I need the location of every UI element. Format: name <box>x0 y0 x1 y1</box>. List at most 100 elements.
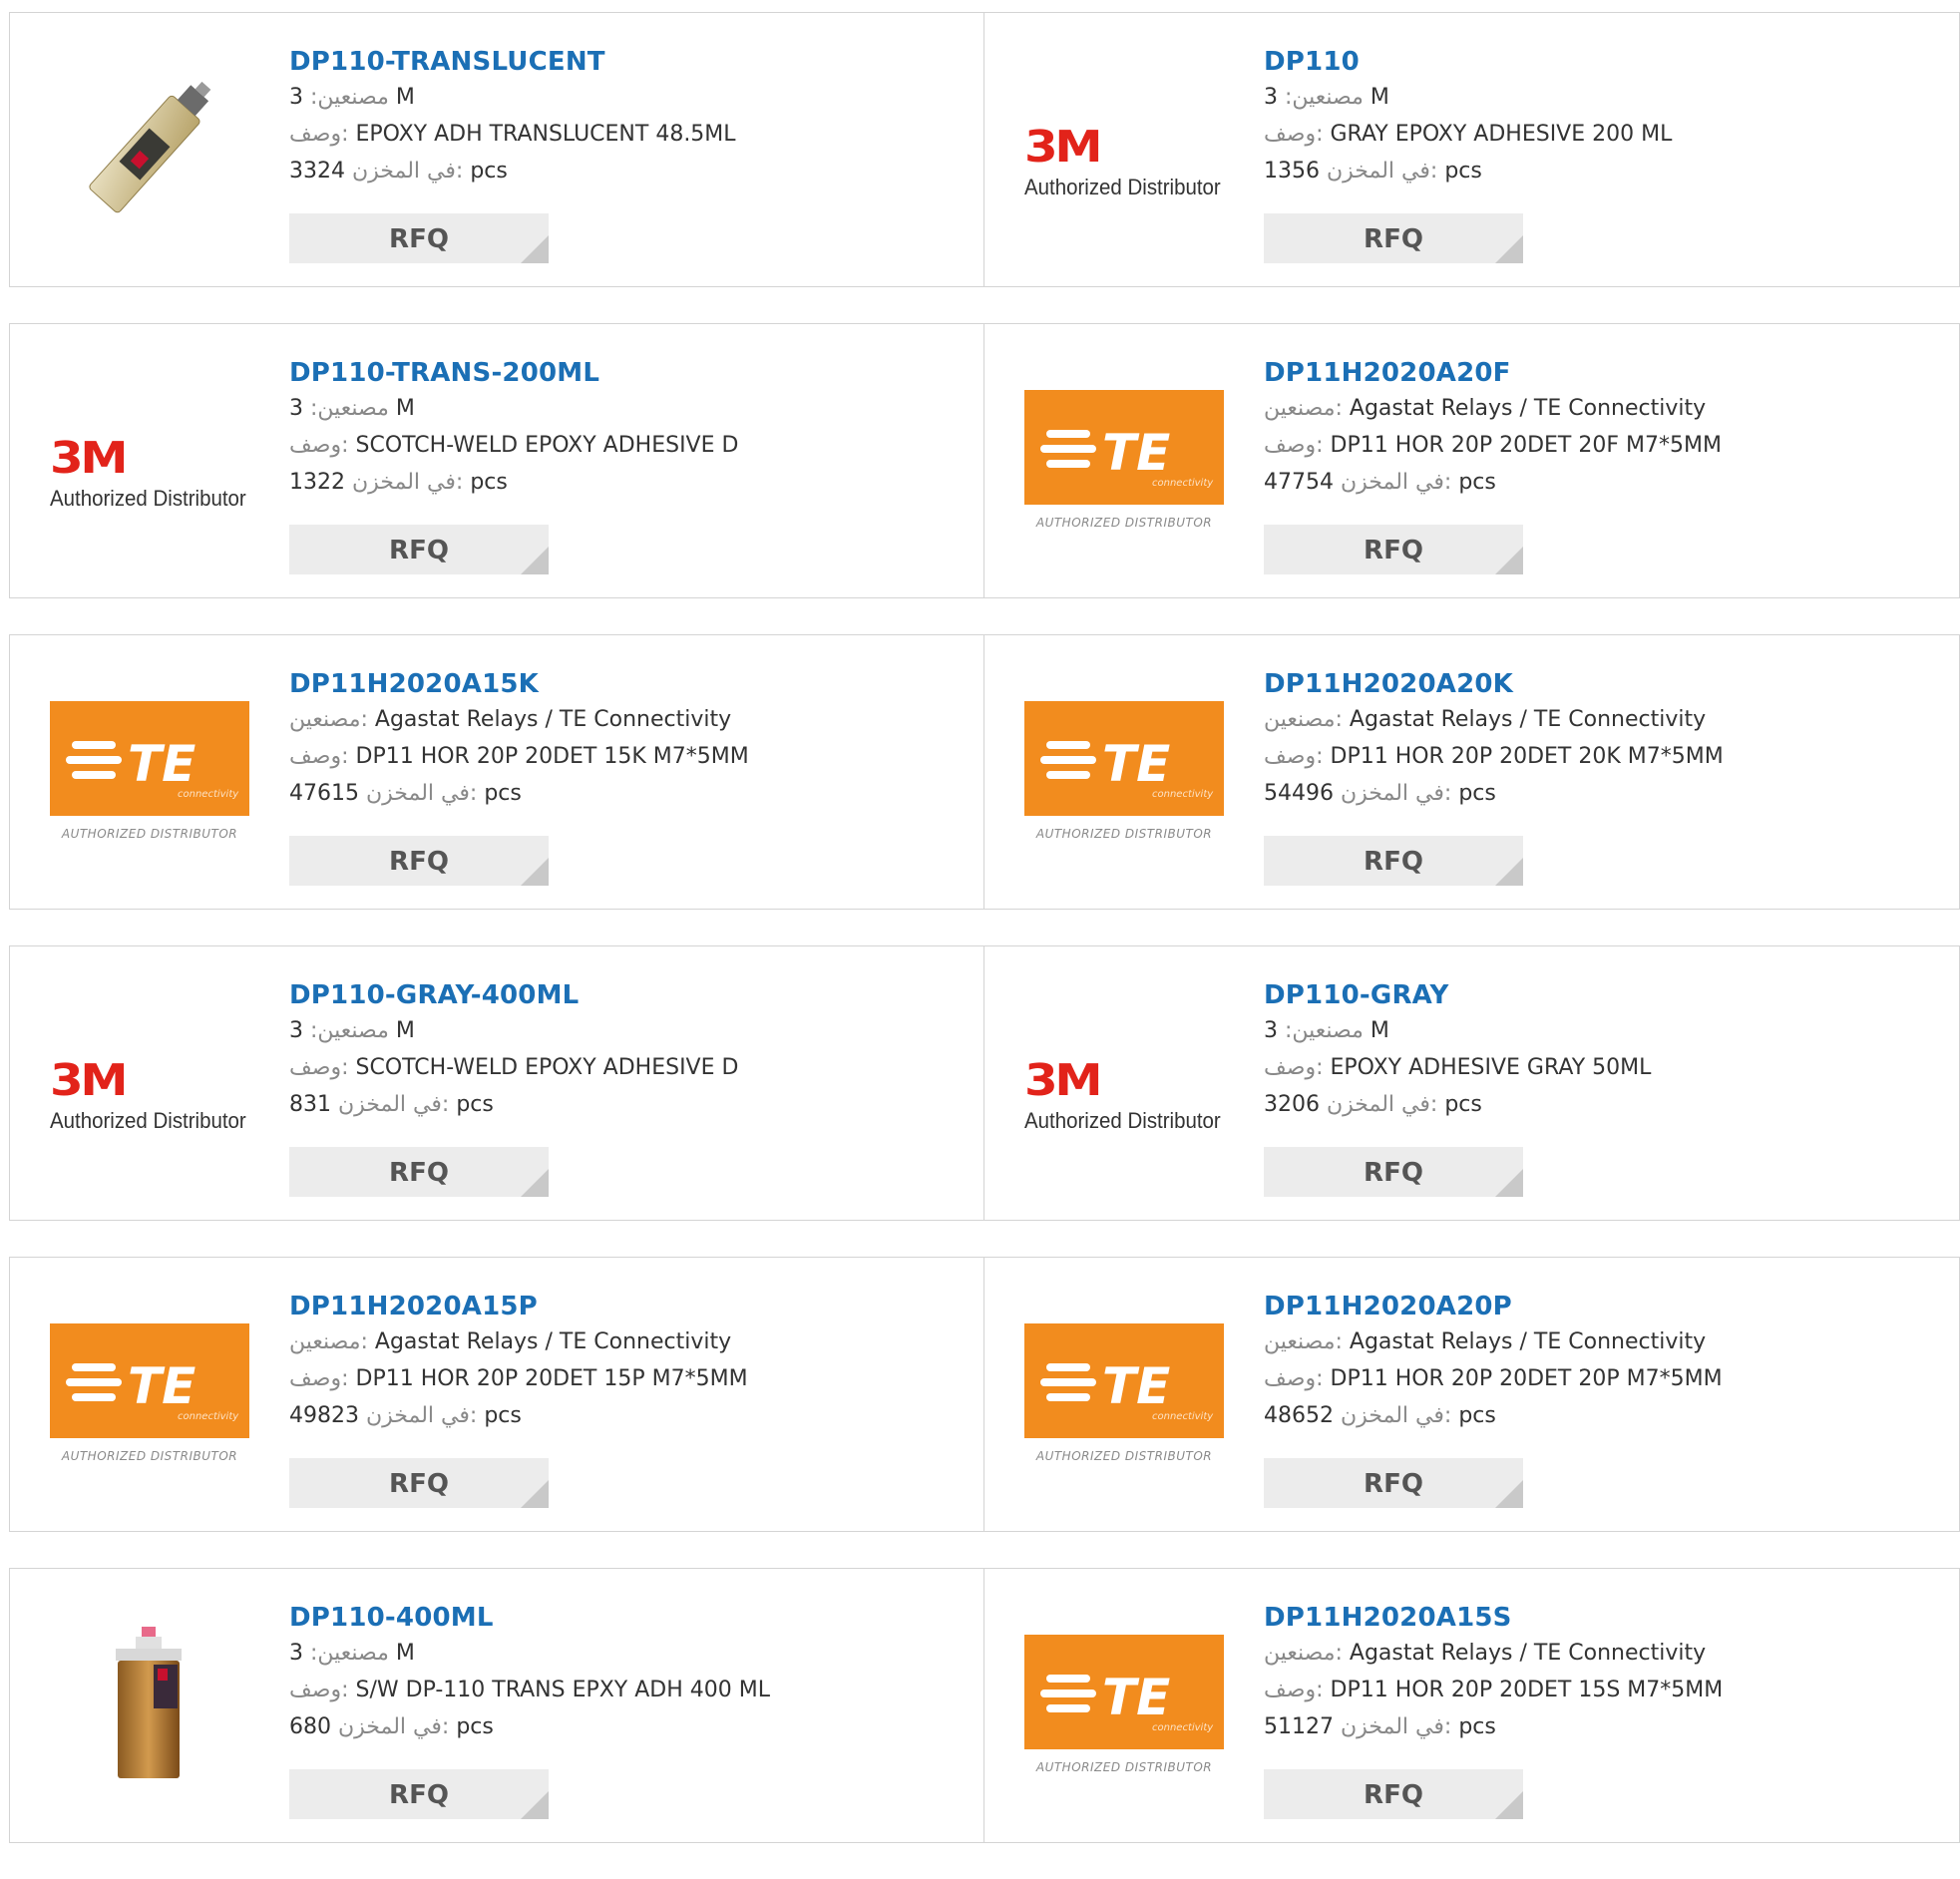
te-logo-box: TE connectivity <box>1024 701 1224 816</box>
rfq-corner-decoration <box>1495 547 1523 574</box>
manufacturer-logo[interactable]: 3M Authorized Distributor <box>1024 1004 1224 1159</box>
rfq-button[interactable]: RFQ <box>289 1147 549 1197</box>
product-info: DP110-TRANS-200ML مصنعين: 3 M وصف: SCOTC… <box>289 356 974 501</box>
manufacturer-logo[interactable] <box>50 1627 249 1781</box>
product-info: DP11H2020A15P مصنعين: Agastat Relays / T… <box>289 1290 974 1434</box>
manufacturer-logo[interactable]: 3M Authorized Distributor <box>50 1004 249 1159</box>
te-caption: AUTHORIZED DISTRIBUTOR <box>1035 1760 1213 1774</box>
manufacturer-logo[interactable]: TE connectivity AUTHORIZED DISTRIBUTOR <box>1024 1627 1224 1781</box>
part-number-link[interactable]: DP11H2020A15K <box>289 667 539 701</box>
description-label: وصف: <box>1264 744 1324 769</box>
stock-label: في المخزن: <box>1341 470 1452 495</box>
product-card: 3M Authorized Distributor DP110-GRAY-400M… <box>9 945 984 1221</box>
te-logo-box: TE connectivity <box>50 701 249 816</box>
manufacturer-logo[interactable]: TE connectivity AUTHORIZED DISTRIBUTOR <box>1024 693 1224 848</box>
manufacturer-line: مصنعين: Agastat Relays / TE Connectivity <box>1264 390 1949 427</box>
part-number-link[interactable]: DP110-GRAY <box>1264 978 1449 1012</box>
description-line: وصف: EPOXY ADH TRANSLUCENT 48.5ML <box>289 116 974 153</box>
te-caption: AUTHORIZED DISTRIBUTOR <box>1035 827 1213 841</box>
te-sub: connectivity <box>1152 1411 1214 1422</box>
description-label: وصف: <box>289 433 349 458</box>
part-number-link[interactable]: DP11H2020A20K <box>1264 667 1513 701</box>
part-number-link[interactable]: DP11H2020A20P <box>1264 1290 1512 1323</box>
description-value: S/W DP-110 TRANS EPXY ADH 400 ML <box>355 1678 771 1702</box>
product-card: TE connectivity AUTHORIZED DISTRIBUTOR DP1… <box>9 1257 984 1532</box>
manufacturer-logo[interactable]: TE connectivity AUTHORIZED DISTRIBUTOR <box>50 1315 249 1470</box>
manufacturer-label: مصنعين: <box>310 396 389 421</box>
stock-label: في المخزن: <box>1341 781 1452 806</box>
te-caption: AUTHORIZED DISTRIBUTOR <box>61 1449 238 1463</box>
rfq-button[interactable]: RFQ <box>1264 213 1523 263</box>
product-card: TE connectivity AUTHORIZED DISTRIBUTOR DP1… <box>984 1568 1960 1843</box>
manufacturer-logo[interactable]: TE connectivity AUTHORIZED DISTRIBUTOR <box>1024 1315 1224 1470</box>
stock-label: في المخزن: <box>352 470 464 495</box>
rfq-button[interactable]: RFQ <box>289 1769 549 1819</box>
stock-value: 831 <box>289 1092 331 1117</box>
part-number-link[interactable]: DP110-400ML <box>289 1601 494 1635</box>
description-label: وصف: <box>1264 1366 1324 1391</box>
rfq-button[interactable]: RFQ <box>289 1458 549 1508</box>
part-number-link[interactable]: DP110-TRANS-200ML <box>289 356 599 390</box>
stock-line: 47754 في المخزن: pcs <box>1264 464 1949 501</box>
part-number-link[interactable]: DP110 <box>1264 45 1360 79</box>
product-row: 3M Authorized Distributor DP110-GRAY-400M… <box>9 945 1960 1221</box>
manufacturer-logo[interactable]: TE connectivity AUTHORIZED DISTRIBUTOR <box>50 693 249 848</box>
rfq-button[interactable]: RFQ <box>1264 525 1523 574</box>
rfq-button[interactable]: RFQ <box>1264 1769 1523 1819</box>
rfq-button[interactable]: RFQ <box>289 213 549 263</box>
description-label: وصف: <box>289 1055 349 1080</box>
stock-value: 680 <box>289 1714 331 1739</box>
part-number-link[interactable]: DP11H2020A20F <box>1264 356 1511 390</box>
part-number-link[interactable]: DP11H2020A15S <box>1264 1601 1512 1635</box>
te-logo-graphic: TEconnectivity <box>1040 735 1214 800</box>
stock-label: في المخزن: <box>352 159 464 184</box>
product-card: 3M Authorized Distributor DP110-TRANS-200… <box>9 323 984 598</box>
stock-label: في المخزن: <box>1327 1092 1438 1117</box>
description-line: وصف: S/W DP-110 TRANS EPXY ADH 400 ML <box>289 1672 974 1708</box>
stock-label: في المخزن: <box>366 781 478 806</box>
manufacturer-label: مصنعين: <box>1264 707 1343 732</box>
product-row: DP110-TRANSLUCENT مصنعين: 3 M وصف: EPOXY… <box>9 12 1960 287</box>
te-mark: TE <box>1102 424 1170 482</box>
description-line: وصف: DP11 HOR 20P 20DET 15K M7*5MM <box>289 738 974 775</box>
3m-caption: Authorized Distributor <box>50 1108 246 1133</box>
manufacturer-logo[interactable]: TE connectivity AUTHORIZED DISTRIBUTOR <box>1024 382 1224 537</box>
manufacturer-value: Agastat Relays / TE Connectivity <box>1349 396 1707 421</box>
manufacturer-line: مصنعين: 3 M <box>289 1635 974 1672</box>
description-label: وصف: <box>1264 1055 1324 1080</box>
rfq-button[interactable]: RFQ <box>1264 1147 1523 1197</box>
manufacturer-label: مصنعين: <box>310 1641 389 1666</box>
3m-mark: 3M <box>1024 1055 1103 1106</box>
rfq-button[interactable]: RFQ <box>289 836 549 886</box>
description-value: EPOXY ADH TRANSLUCENT 48.5ML <box>355 122 736 147</box>
manufacturer-value: Agastat Relays / TE Connectivity <box>374 707 732 732</box>
manufacturer-logo[interactable]: 3M Authorized Distributor <box>50 382 249 537</box>
part-number-link[interactable]: DP11H2020A15P <box>289 1290 538 1323</box>
manufacturer-line: مصنعين: 3 M <box>1264 79 1949 116</box>
product-row: TE connectivity AUTHORIZED DISTRIBUTOR DP1… <box>9 1257 1960 1532</box>
rfq-button[interactable]: RFQ <box>289 525 549 574</box>
product-card: DP110-TRANSLUCENT مصنعين: 3 M وصف: EPOXY… <box>9 12 984 287</box>
product-grid: DP110-TRANSLUCENT مصنعين: 3 M وصف: EPOXY… <box>9 12 1960 1879</box>
manufacturer-label: مصنعين: <box>1264 1329 1343 1354</box>
description-line: وصف: DP11 HOR 20P 20DET 20P M7*5MM <box>1264 1360 1949 1397</box>
part-number-link[interactable]: DP110-GRAY-400ML <box>289 978 579 1012</box>
rfq-button[interactable]: RFQ <box>1264 1458 1523 1508</box>
stock-line: 680 في المخزن: pcs <box>289 1708 974 1745</box>
description-label: وصف: <box>1264 122 1324 147</box>
stock-value: 47754 <box>1264 470 1334 495</box>
manufacturer-line: مصنعين: Agastat Relays / TE Connectivity <box>1264 1635 1949 1672</box>
part-number-link[interactable]: DP110-TRANSLUCENT <box>289 45 605 79</box>
rfq-button[interactable]: RFQ <box>1264 836 1523 886</box>
te-logo-box: TE connectivity <box>1024 390 1224 505</box>
manufacturer-label: مصنعين: <box>1285 85 1364 110</box>
rfq-label: RFQ <box>1364 1780 1423 1810</box>
manufacturer-line: مصنعين: 3 M <box>1264 1012 1949 1049</box>
manufacturer-value: Agastat Relays / TE Connectivity <box>1349 1329 1707 1354</box>
manufacturer-logo[interactable]: 3M Authorized Distributor <box>1024 71 1224 225</box>
stock-unit: pcs <box>470 159 508 184</box>
rfq-corner-decoration <box>521 1169 549 1197</box>
manufacturer-value: Agastat Relays / TE Connectivity <box>1349 707 1707 732</box>
rfq-label: RFQ <box>1364 224 1423 254</box>
manufacturer-logo[interactable] <box>50 71 249 225</box>
